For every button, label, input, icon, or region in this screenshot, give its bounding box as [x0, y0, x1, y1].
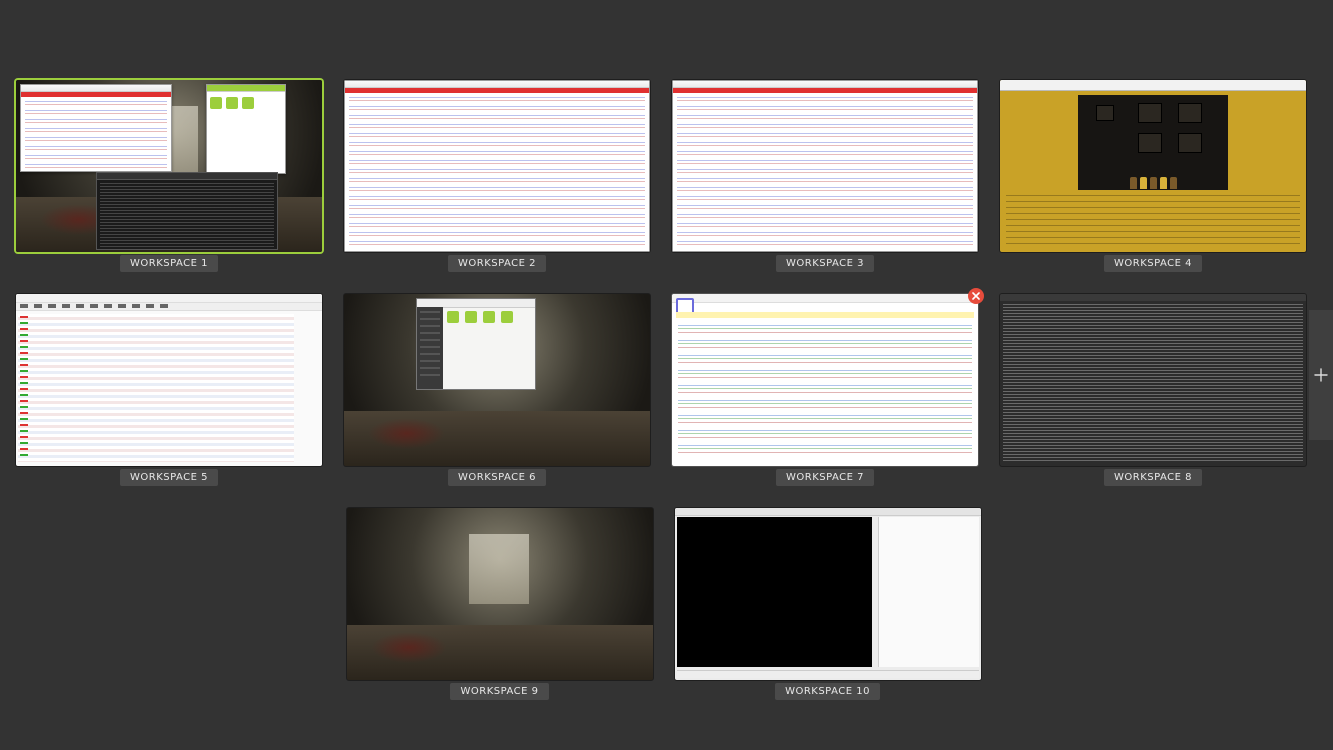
file-manager-window — [206, 84, 286, 174]
workspace-thumbnail[interactable] — [1000, 294, 1306, 466]
devtools-window — [16, 294, 322, 466]
add-workspace-button[interactable] — [1309, 310, 1333, 440]
workspace-1[interactable]: WORKSPACE 1 — [16, 80, 322, 272]
workspace-label: WORKSPACE 8 — [1104, 469, 1202, 486]
workspace-10[interactable]: WORKSPACE 10 — [675, 508, 981, 700]
workspace-label: WORKSPACE 2 — [448, 255, 546, 272]
workspace-label: WORKSPACE 7 — [776, 469, 874, 486]
workspace-label: WORKSPACE 10 — [775, 683, 880, 700]
editor-window — [672, 80, 978, 252]
workspace-label: WORKSPACE 9 — [450, 683, 548, 700]
workspace-8[interactable]: WORKSPACE 8 — [1000, 294, 1306, 486]
close-icon — [972, 292, 980, 300]
workspace-thumbnail[interactable] — [344, 294, 650, 466]
workspace-9[interactable]: WORKSPACE 9 — [347, 508, 653, 700]
desktop-wallpaper — [347, 508, 653, 680]
workspace-thumbnail[interactable] — [672, 80, 978, 252]
close-workspace-button[interactable] — [968, 288, 984, 304]
workspace-label: WORKSPACE 6 — [448, 469, 546, 486]
terminal-window — [96, 172, 278, 250]
media-player-window — [675, 508, 981, 680]
workspace-thumbnail[interactable] — [672, 294, 978, 466]
workspace-row: WORKSPACE 9 WORKSPACE 10 — [16, 508, 1311, 700]
workspace-overview: WORKSPACE 1 WORKSPACE 2 WORKSPACE 3 — [0, 0, 1333, 750]
editor-window — [344, 80, 650, 252]
workspace-thumbnail[interactable] — [1000, 80, 1306, 252]
plus-icon — [1314, 368, 1328, 382]
workspace-2[interactable]: WORKSPACE 2 — [344, 80, 650, 272]
workspace-label: WORKSPACE 1 — [120, 255, 218, 272]
workspace-label: WORKSPACE 4 — [1104, 255, 1202, 272]
workspace-4[interactable]: WORKSPACE 4 — [1000, 80, 1306, 272]
workspace-thumbnail[interactable] — [675, 508, 981, 680]
workspace-label: WORKSPACE 5 — [120, 469, 218, 486]
workspace-thumbnail[interactable] — [16, 294, 322, 466]
workspace-thumbnail[interactable] — [344, 80, 650, 252]
workspace-thumbnail[interactable] — [347, 508, 653, 680]
editor-window — [20, 84, 172, 172]
browser-window — [1000, 80, 1306, 252]
workspace-6[interactable]: WORKSPACE 6 — [344, 294, 650, 486]
workspace-label: WORKSPACE 3 — [776, 255, 874, 272]
file-manager-window — [416, 298, 536, 390]
workspace-3[interactable]: WORKSPACE 3 — [672, 80, 978, 272]
workspace-thumbnail[interactable] — [16, 80, 322, 252]
workspace-grid: WORKSPACE 1 WORKSPACE 2 WORKSPACE 3 — [16, 80, 1311, 700]
workspace-5[interactable]: WORKSPACE 5 — [16, 294, 322, 486]
editor-window — [672, 294, 978, 466]
workspace-7[interactable]: WORKSPACE 7 — [672, 294, 978, 486]
log-window — [1000, 294, 1306, 466]
